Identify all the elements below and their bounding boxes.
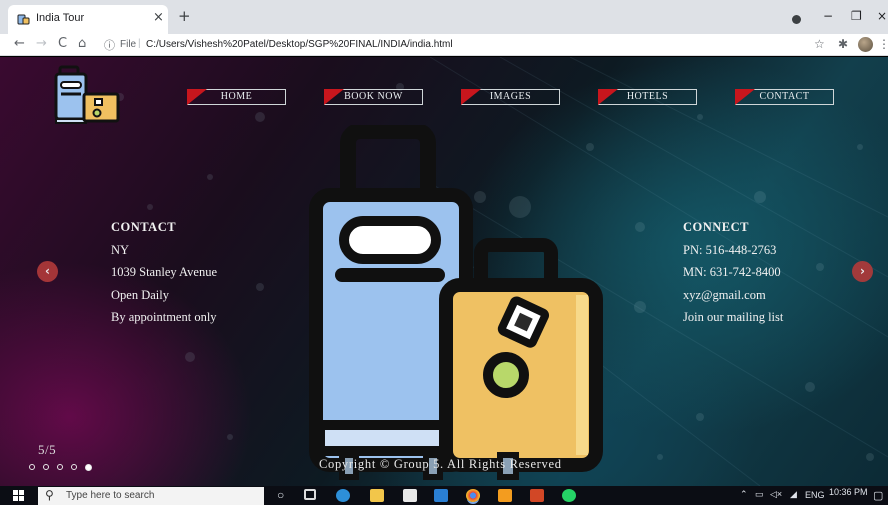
- task-view-icon[interactable]: [304, 489, 316, 500]
- minimize-button[interactable]: −: [823, 9, 833, 23]
- back-button[interactable]: ←: [14, 36, 25, 51]
- reload-button[interactable]: C: [58, 36, 67, 51]
- page-viewport: HOME BOOK NOW IMAGES HOTELS CONTACT CONT…: [0, 57, 888, 486]
- copyright-text: Copyright © Group 5. All Rights Reserved: [319, 457, 562, 471]
- bookmark-star-icon[interactable]: ☆: [814, 37, 825, 51]
- maximize-button[interactable]: ❐: [851, 9, 862, 23]
- hero-luggage-illustration: [309, 125, 603, 480]
- url-text[interactable]: C:/Users/Vishesh%20Patel/Desktop/SGP%20F…: [146, 39, 453, 50]
- nav-book-now-label: BOOK NOW: [344, 91, 403, 102]
- url-scheme-label: File: [120, 39, 137, 50]
- store-icon[interactable]: [403, 489, 417, 502]
- slider-prev-button[interactable]: ‹: [37, 261, 58, 282]
- connect-email-link[interactable]: xyz@gmail.com: [683, 284, 783, 307]
- nav-home-link[interactable]: HOME: [187, 89, 286, 105]
- profile-indicator-icon[interactable]: [792, 15, 801, 24]
- slide-dot[interactable]: [71, 464, 78, 470]
- slider-next-button[interactable]: ›: [852, 261, 873, 282]
- luggage-favicon-icon: [17, 14, 30, 25]
- network-icon[interactable]: ◢: [790, 489, 797, 500]
- url-separator: |: [138, 38, 141, 49]
- sublime-icon[interactable]: [498, 489, 512, 502]
- nav-contact-link[interactable]: CONTACT: [735, 89, 834, 105]
- volume-icon[interactable]: ◁×: [770, 489, 782, 500]
- windows-taskbar: ⚲ Type here to search ○ ⌃ ▭ ◁× ◢ ENG 10:…: [0, 486, 888, 505]
- info-icon[interactable]: ⓘ: [104, 37, 115, 53]
- language-indicator[interactable]: ENG: [805, 490, 825, 500]
- edge-icon[interactable]: [336, 489, 350, 502]
- chrome-icon[interactable]: [466, 489, 480, 502]
- connect-mobile: MN: 631-742-8400: [683, 265, 781, 280]
- cortana-icon[interactable]: ○: [277, 488, 284, 502]
- close-window-button[interactable]: ×: [877, 9, 887, 23]
- slide-dot-active[interactable]: [85, 464, 93, 471]
- slide-counter: 5/5: [38, 442, 57, 457]
- nav-book-now-link[interactable]: BOOK NOW: [324, 89, 423, 105]
- battery-icon[interactable]: ▭: [755, 489, 764, 500]
- site-logo-luggage-icon[interactable]: [52, 64, 122, 130]
- slide-dots: [29, 464, 95, 472]
- contact-heading: CONTACT: [111, 220, 177, 234]
- address-bar[interactable]: ⓘ File | C:/Users/Vishesh%20Patel/Deskto…: [100, 36, 800, 54]
- profile-avatar[interactable]: [858, 37, 873, 52]
- search-icon: ⚲: [45, 488, 54, 502]
- taskbar-search-placeholder: Type here to search: [66, 490, 155, 501]
- slide-dot[interactable]: [57, 464, 64, 470]
- nav-hotels-link[interactable]: HOTELS: [598, 89, 697, 105]
- clock-time[interactable]: 10:36 PM: [829, 487, 868, 497]
- taskbar-search-box[interactable]: ⚲ Type here to search: [38, 487, 264, 505]
- file-explorer-icon[interactable]: [370, 489, 384, 502]
- chevron-up-icon[interactable]: ⌃: [740, 489, 748, 500]
- home-button[interactable]: ⌂: [78, 36, 86, 51]
- browser-tab-strip: India Tour × + − ❐ ×: [0, 0, 888, 34]
- tab-close-icon[interactable]: ×: [153, 10, 164, 25]
- slide-dot[interactable]: [43, 464, 50, 470]
- browser-tab[interactable]: India Tour ×: [8, 5, 168, 34]
- connect-block: CONNECT PN: 516-448-2763 MN: 631-742-840…: [683, 216, 783, 329]
- connect-phone: PN: 516-448-2763: [683, 242, 777, 257]
- nav-images-link[interactable]: IMAGES: [461, 89, 560, 105]
- slide-dot[interactable]: [29, 464, 35, 470]
- contact-block: CONTACT NY 1039 Stanley Avenue Open Dail…: [111, 216, 217, 329]
- tab-title: India Tour: [36, 12, 85, 24]
- mail-icon[interactable]: [434, 489, 448, 502]
- contact-line: 1039 Stanley Avenue: [111, 265, 217, 280]
- nav-hotels-label: HOTELS: [626, 91, 669, 102]
- extensions-icon[interactable]: ✱: [838, 37, 848, 51]
- forward-button[interactable]: →: [36, 36, 47, 51]
- nav-contact-label: CONTACT: [759, 91, 810, 102]
- powerpoint-icon[interactable]: [530, 489, 544, 502]
- windows-start-icon[interactable]: [13, 490, 24, 501]
- mailing-list-link[interactable]: Join our mailing list: [683, 306, 783, 329]
- new-tab-button[interactable]: +: [178, 7, 191, 25]
- notifications-icon[interactable]: ▢: [873, 489, 883, 502]
- contact-line: NY: [111, 242, 130, 257]
- menu-icon[interactable]: ⋮: [878, 37, 888, 51]
- connect-heading: CONNECT: [683, 220, 750, 234]
- browser-toolbar: ← → C ⌂ ⓘ File | C:/Users/Vishesh%20Pate…: [0, 34, 888, 56]
- contact-line: By appointment only: [111, 310, 217, 325]
- contact-line: Open Daily: [111, 287, 169, 302]
- whatsapp-icon[interactable]: [562, 489, 576, 502]
- nav-images-label: IMAGES: [489, 91, 532, 102]
- nav-home-label: HOME: [220, 91, 253, 102]
